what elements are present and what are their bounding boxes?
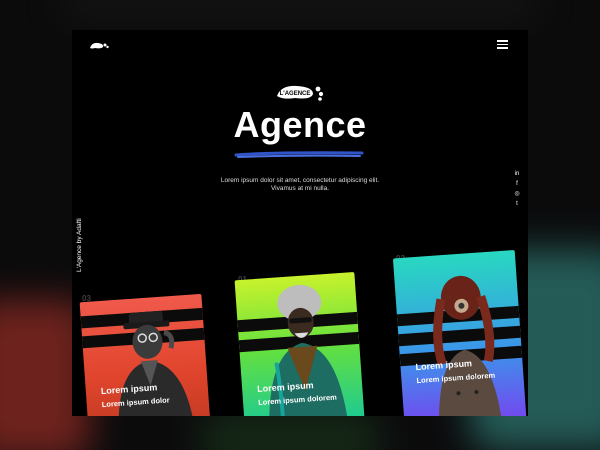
portfolio-card[interactable]: Lorem ipsum Lorem ipsum dolorem <box>234 272 366 416</box>
menu-line <box>497 47 508 49</box>
card-caption: Lorem ipsum Lorem ipsum dolorem <box>415 356 495 387</box>
brand-badge-text: L'AGENCE <box>280 91 311 97</box>
portfolio-card[interactable]: Lorem ipsum Lorem ipsum dolorem <box>392 249 528 416</box>
facebook-icon[interactable]: f <box>513 179 521 189</box>
brush-underline <box>234 151 364 158</box>
linkedin-icon[interactable]: in <box>513 169 521 179</box>
menu-line <box>497 43 508 45</box>
instagram-icon[interactable]: ◎ <box>513 189 521 199</box>
intro-description: Lorem ipsum dolor sit amet, consectetur … <box>220 177 380 192</box>
portrait-image <box>433 275 504 416</box>
card-caption: Lorem ipsum Lorem ipsum dolorem <box>257 378 337 409</box>
vertical-credit: L'Agence by Adafti <box>76 218 83 272</box>
card-caption: Lorem ipsum Lorem ipsum dolor <box>100 380 170 411</box>
menu-line <box>497 40 508 42</box>
background-blur-top <box>60 0 540 20</box>
main-panel: L'AGENCE Agence Lorem ipsum dolor sit am… <box>72 30 528 416</box>
background-blur-green <box>200 410 380 450</box>
hamburger-menu-icon[interactable] <box>497 40 508 49</box>
twitter-icon[interactable]: t <box>513 199 521 209</box>
social-links: in f ◎ t <box>513 169 521 209</box>
page-title: Agence <box>233 104 367 145</box>
footprint-logo-icon[interactable] <box>89 40 109 50</box>
portfolio-card[interactable]: Lorem ipsum Lorem ipsum dolor <box>79 293 211 416</box>
brand-badge-logo: L'AGENCE <box>277 85 324 101</box>
